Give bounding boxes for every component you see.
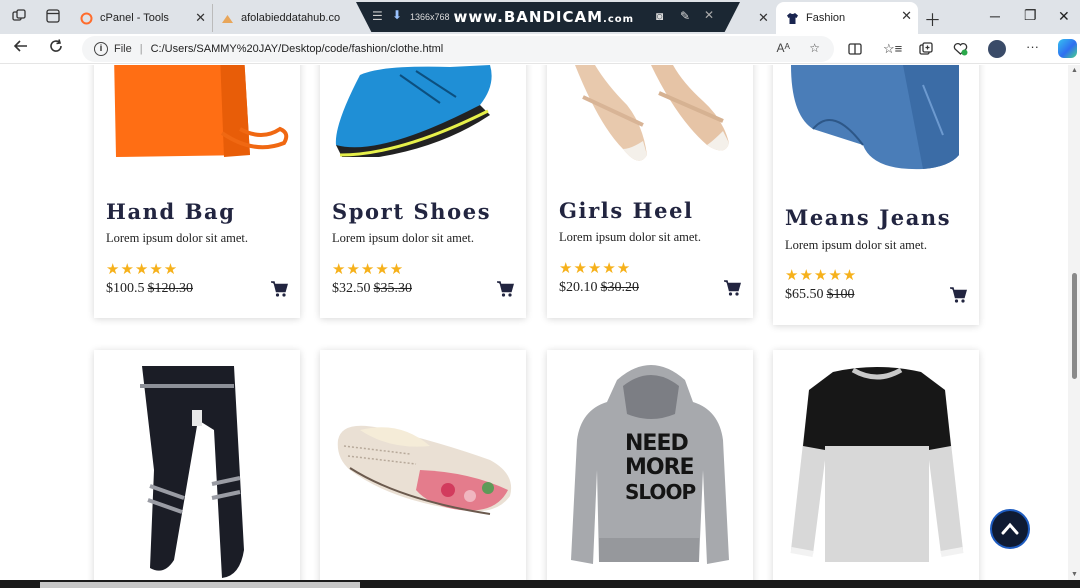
- recording-resolution: 1366x768: [410, 12, 450, 22]
- recorder-watermark: www.BANDICAM.com: [453, 8, 635, 26]
- shopping-cart-icon[interactable]: [949, 286, 967, 304]
- product-description: Lorem ipsum dolor sit amet.: [785, 238, 927, 252]
- rating-stars-icon: ★★★★★: [559, 260, 632, 277]
- site-info-icon[interactable]: i: [94, 42, 108, 56]
- folded-jeans-image: [773, 65, 979, 173]
- old-price: $100: [826, 287, 855, 302]
- camera-icon: ◙: [656, 9, 664, 23]
- tab-label: Fashion: [806, 12, 846, 24]
- copilot-icon[interactable]: [1058, 39, 1077, 58]
- url-text[interactable]: C:/Users/SAMMY%20JAY/Desktop/code/fashio…: [151, 43, 444, 55]
- scroll-to-top-button[interactable]: [990, 509, 1030, 549]
- restore-icon[interactable]: ❐: [1024, 7, 1037, 24]
- shopping-cart-icon[interactable]: [270, 280, 288, 298]
- product-title: Girls Heel: [559, 198, 694, 223]
- tab-label: afolabieddatahub.co: [241, 12, 341, 24]
- shopping-cart-icon[interactable]: [723, 279, 741, 297]
- tab-fashion[interactable]: Fashion ✕: [776, 2, 918, 34]
- product-card-hand-bag[interactable]: Hand Bag Lorem ipsum dolor sit amet. ★★★…: [94, 65, 300, 318]
- scheme-label: File: [114, 43, 132, 55]
- recorder-close-icon: ✕: [704, 8, 715, 22]
- scroll-down-arrow-icon[interactable]: ▼: [1071, 571, 1078, 578]
- collections-icon[interactable]: [919, 42, 933, 59]
- minimize-icon[interactable]: ─: [990, 8, 1000, 24]
- site-favicon-icon: [221, 12, 234, 25]
- close-tab-icon[interactable]: ✕: [758, 10, 769, 26]
- product-card-sport-shoes[interactable]: Sport Shoes Lorem ipsum dolor sit amet. …: [320, 65, 526, 318]
- refresh-icon[interactable]: [48, 38, 64, 59]
- menu-icon: ☰: [372, 9, 383, 23]
- old-price: $35.30: [373, 281, 413, 296]
- pin-icon: ⬇: [392, 8, 403, 22]
- product-price: $100.5 $120.30: [106, 281, 194, 296]
- window-close-icon[interactable]: ✕: [1058, 8, 1070, 25]
- close-tab-icon[interactable]: ✕: [195, 10, 206, 26]
- product-card-hoodie[interactable]: NEED MORE SLOOP: [547, 350, 753, 580]
- product-price: $65.50 $100: [785, 287, 855, 302]
- favorites-icon[interactable]: ☆≡: [883, 41, 902, 57]
- bandicam-recording-overlay: ☰ ⬇ 1366x768 www.BANDICAM.com ◙ ✎ ✕: [356, 2, 740, 32]
- address-bar[interactable]: i File | C:/Users/SAMMY%20JAY/Desktop/co…: [82, 36, 834, 62]
- back-arrow-icon[interactable]: [13, 38, 29, 59]
- product-title: Hand Bag: [106, 199, 236, 224]
- floral-flats-image: [320, 350, 526, 580]
- product-description: Lorem ipsum dolor sit amet.: [332, 231, 474, 245]
- browser-essentials-icon[interactable]: [953, 42, 968, 59]
- address-separator: |: [139, 43, 143, 55]
- cpanel-favicon-icon: [80, 12, 93, 25]
- scrollbar-thumb[interactable]: [1072, 273, 1077, 379]
- more-options-icon[interactable]: ···: [1026, 39, 1039, 54]
- os-taskbar: [0, 580, 1080, 588]
- product-title: Sport Shoes: [332, 199, 492, 224]
- nude-heels-image: [547, 65, 753, 169]
- black-joggers-image: [94, 350, 300, 580]
- old-price: $120.30: [147, 281, 194, 296]
- profile-avatar[interactable]: [988, 40, 1006, 58]
- taskbar-highlight: [40, 582, 360, 588]
- product-description: Lorem ipsum dolor sit amet.: [559, 230, 701, 244]
- rating-stars-icon: ★★★★★: [332, 261, 405, 278]
- page-viewport: Hand Bag Lorem ipsum dolor sit amet. ★★★…: [0, 65, 1068, 580]
- read-aloud-icon[interactable]: Aᴬ: [777, 41, 790, 55]
- black-grey-sweater-image: [773, 350, 979, 580]
- blue-sport-shoe-image: [320, 65, 526, 161]
- split-screen-icon[interactable]: [848, 42, 862, 59]
- scroll-up-arrow-icon[interactable]: ▲: [1071, 67, 1078, 74]
- rating-stars-icon: ★★★★★: [106, 261, 179, 278]
- product-card-means-jeans[interactable]: Means Jeans Lorem ipsum dolor sit amet. …: [773, 65, 979, 325]
- tab-cpanel[interactable]: cPanel - Tools ✕: [72, 4, 212, 32]
- chevron-up-icon: [1001, 522, 1019, 535]
- page-scrollbar[interactable]: ▲ ▼: [1068, 65, 1080, 580]
- product-card-flats[interactable]: [320, 350, 526, 580]
- shirt-favicon-icon: [786, 12, 799, 25]
- orange-handbag-image: [94, 65, 300, 157]
- favorite-star-icon[interactable]: ☆: [809, 41, 820, 55]
- workspaces-icon[interactable]: [12, 9, 26, 26]
- product-card-sweater[interactable]: [773, 350, 979, 580]
- hoodie-print-text: NEED MORE SLOOP: [625, 431, 696, 505]
- tab-actions-icon[interactable]: [46, 9, 60, 26]
- product-title: Means Jeans: [785, 205, 952, 230]
- shopping-cart-icon[interactable]: [496, 280, 514, 298]
- browser-toolbar: i File | C:/Users/SAMMY%20JAY/Desktop/co…: [0, 34, 1080, 64]
- old-price: $30.20: [600, 280, 640, 295]
- product-description: Lorem ipsum dolor sit amet.: [106, 231, 248, 245]
- product-card-joggers[interactable]: [94, 350, 300, 580]
- product-card-girls-heel[interactable]: Girls Heel Lorem ipsum dolor sit amet. ★…: [547, 65, 753, 318]
- new-tab-icon[interactable]: ＋: [924, 6, 941, 31]
- tab-afolabieddatahub[interactable]: afolabieddatahub.co: [212, 4, 358, 32]
- browser-tab-strip: cPanel - Tools ✕ afolabieddatahub.co ☰ ⬇…: [0, 0, 1080, 34]
- product-price: $32.50 $35.30: [332, 281, 413, 296]
- tab-label: cPanel - Tools: [100, 12, 169, 24]
- close-tab-icon[interactable]: ✕: [901, 8, 912, 24]
- product-price: $20.10 $30.20: [559, 280, 640, 295]
- rating-stars-icon: ★★★★★: [785, 267, 858, 284]
- pen-icon: ✎: [680, 9, 691, 23]
